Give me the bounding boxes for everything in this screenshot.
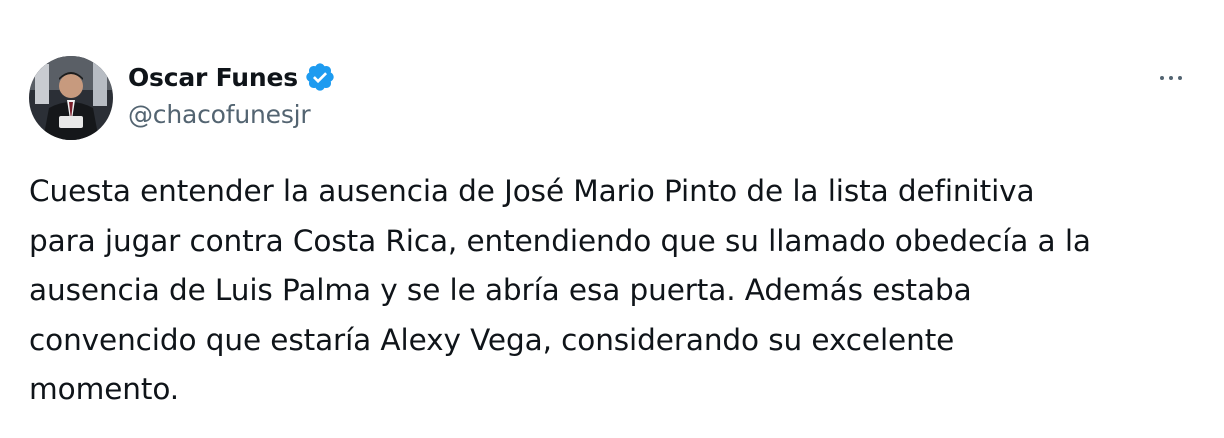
tweet-text-line: convencido que estaría Alexy Vega, consi… [29,322,955,357]
tweet-text: Cuesta entender la ausencia de José Mari… [29,167,1209,415]
more-options-button[interactable] [1150,64,1192,92]
more-horizontal-icon [1169,76,1173,80]
tweet-text-line: Cuesta entender la ausencia de José Mari… [29,174,1035,208]
verified-badge-icon [304,61,336,93]
profile-photo-icon [29,56,113,140]
author-display-name[interactable]: Oscar Funes [128,63,298,92]
author-handle[interactable]: @chacofunesjr [128,100,311,129]
tweet-card: Oscar Funes @chacofunesjr Cuesta entende… [0,0,1224,438]
tweet-text-line: momento. [29,372,180,406]
more-horizontal-icon [1178,76,1182,80]
more-horizontal-icon [1160,76,1164,80]
tweet-text-line: ausencia de Luis Palma y se le abría esa… [29,273,972,307]
tweet-text-line: para jugar contra Costa Rica, entendiend… [29,223,1091,258]
author-avatar[interactable] [29,56,113,140]
author-name-row: Oscar Funes [128,58,336,96]
